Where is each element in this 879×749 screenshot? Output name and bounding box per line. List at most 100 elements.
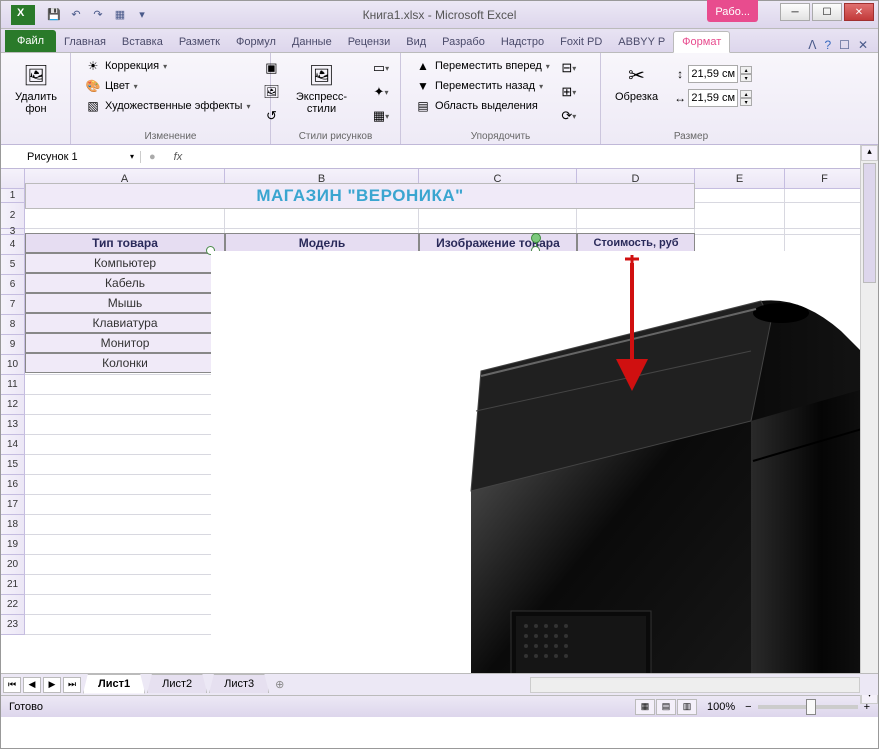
grid-cell[interactable]	[695, 189, 785, 203]
cell-a6[interactable]: Кабель	[25, 273, 225, 293]
align-icon[interactable]: ⊟	[558, 57, 580, 79]
name-box[interactable]: Рисунок 1 ▾	[21, 151, 141, 163]
qat-btn[interactable]: ▦	[111, 6, 129, 24]
row-header-16[interactable]: 16	[1, 475, 25, 495]
tab-abbyy[interactable]: ABBYY P	[610, 32, 673, 52]
grid-cell[interactable]	[25, 555, 225, 575]
rotate-handle[interactable]	[531, 233, 541, 243]
grid-cell[interactable]	[25, 455, 225, 475]
tab-file[interactable]: Файл	[5, 30, 56, 52]
tab-review[interactable]: Рецензи	[340, 32, 399, 52]
sheet-tab-3[interactable]: Лист3	[209, 674, 269, 693]
tab-nav-first[interactable]: ⏮	[3, 677, 21, 693]
scroll-up-icon[interactable]: ▴	[861, 145, 878, 161]
grid-cell[interactable]	[695, 203, 785, 229]
merged-title-cell[interactable]: МАГАЗИН "ВЕРОНИКА"	[25, 183, 695, 209]
worksheet-grid[interactable]: ABCDEF 123456789101112131415161718192021…	[1, 169, 878, 673]
save-icon[interactable]: 💾	[45, 6, 63, 24]
undo-icon[interactable]: ↶	[67, 6, 85, 24]
cell-a8[interactable]: Клавиатура	[25, 313, 225, 333]
tab-addins[interactable]: Надстро	[493, 32, 552, 52]
header-image[interactable]: Изображение товара	[419, 233, 577, 253]
win-close-icon[interactable]: ✕	[858, 38, 868, 52]
row-header-10[interactable]: 10	[1, 355, 25, 375]
scroll-thumb[interactable]	[863, 163, 876, 283]
redo-icon[interactable]: ↷	[89, 6, 107, 24]
header-model[interactable]: Модель	[225, 233, 419, 253]
grid-cell[interactable]	[785, 203, 865, 229]
cell-a5[interactable]: Компьютер	[25, 253, 225, 273]
artistic-effects-button[interactable]: ▧Художественные эффекты	[83, 97, 252, 115]
zoom-slider[interactable]	[758, 705, 858, 709]
new-sheet-icon[interactable]: ⊕	[275, 678, 284, 691]
row-header-6[interactable]: 6	[1, 275, 25, 295]
zoom-level[interactable]: 100%	[707, 701, 735, 713]
tab-nav-next[interactable]: ▶	[43, 677, 61, 693]
tab-layout[interactable]: Разметк	[171, 32, 228, 52]
grid-cell[interactable]	[25, 515, 225, 535]
group-icon[interactable]: ⊞	[558, 81, 580, 103]
row-header-18[interactable]: 18	[1, 515, 25, 535]
row-header-15[interactable]: 15	[1, 455, 25, 475]
app-icon[interactable]	[11, 5, 35, 25]
crop-button[interactable]: ✂ Обрезка	[609, 57, 664, 105]
sheet-tab-1[interactable]: Лист1	[83, 674, 145, 694]
minimize-button[interactable]: ─	[780, 3, 810, 21]
maximize-button[interactable]: ☐	[812, 3, 842, 21]
row-header-4[interactable]: 4	[1, 235, 25, 255]
row-header-12[interactable]: 12	[1, 395, 25, 415]
page-break-view-icon[interactable]: ▥	[677, 699, 697, 715]
tab-formulas[interactable]: Формул	[228, 32, 284, 52]
minimize-ribbon-icon[interactable]: ᐱ	[808, 38, 816, 52]
color-button[interactable]: 🎨Цвет	[83, 77, 252, 95]
grid-cell[interactable]	[25, 535, 225, 555]
grid-cell[interactable]	[25, 595, 225, 615]
height-input[interactable]	[688, 65, 738, 83]
remove-background-button[interactable]: 🖼 Удалить фон	[9, 57, 63, 117]
tab-data[interactable]: Данные	[284, 32, 340, 52]
row-header-19[interactable]: 19	[1, 535, 25, 555]
row-header-7[interactable]: 7	[1, 295, 25, 315]
tab-nav-last[interactable]: ⏭	[63, 677, 81, 693]
inserted-picture[interactable]	[211, 251, 861, 673]
grid-cell[interactable]	[25, 615, 225, 635]
selection-pane-button[interactable]: ▤Область выделения	[413, 97, 552, 115]
tab-insert[interactable]: Вставка	[114, 32, 171, 52]
help-icon[interactable]: ?	[824, 38, 831, 52]
picture-layout-icon[interactable]: ▦	[370, 105, 392, 127]
express-styles-button[interactable]: 🖼 Экспресс-стили	[279, 57, 364, 117]
row-header-17[interactable]: 17	[1, 495, 25, 515]
close-button[interactable]: ✕	[844, 3, 874, 21]
tab-view[interactable]: Вид	[398, 32, 434, 52]
select-all-button[interactable]	[1, 169, 25, 189]
header-type[interactable]: Тип товара	[25, 233, 225, 253]
namebox-dropdown-icon[interactable]: ▾	[130, 152, 134, 161]
sheet-tab-2[interactable]: Лист2	[147, 674, 207, 693]
formula-input[interactable]	[192, 151, 861, 163]
grid-cell[interactable]	[785, 189, 865, 203]
row-header-1[interactable]: 1	[1, 189, 25, 203]
row-header-9[interactable]: 9	[1, 335, 25, 355]
grid-cell[interactable]	[25, 415, 225, 435]
row-header-13[interactable]: 13	[1, 415, 25, 435]
cancel-fx-icon[interactable]: ●	[141, 151, 164, 163]
grid-cell[interactable]	[25, 435, 225, 455]
zoom-out-icon[interactable]: −	[745, 701, 751, 713]
row-header-21[interactable]: 21	[1, 575, 25, 595]
page-layout-view-icon[interactable]: ▤	[656, 699, 676, 715]
rotate-icon[interactable]: ⟳	[558, 105, 580, 127]
tab-format[interactable]: Формат	[673, 31, 730, 53]
header-cost[interactable]: Стоимость, руб	[577, 233, 695, 253]
normal-view-icon[interactable]: ▦	[635, 699, 655, 715]
col-header-f[interactable]: F	[785, 169, 865, 188]
row-header-23[interactable]: 23	[1, 615, 25, 635]
bring-forward-button[interactable]: ▲Переместить вперед	[413, 57, 552, 75]
width-up[interactable]: ▴	[740, 90, 752, 98]
grid-cell[interactable]	[25, 575, 225, 595]
height-up[interactable]: ▴	[740, 66, 752, 74]
row-header-14[interactable]: 14	[1, 435, 25, 455]
corrections-button[interactable]: ☀Коррекция	[83, 57, 252, 75]
win-restore-icon[interactable]: ☐	[839, 38, 850, 52]
tab-nav-prev[interactable]: ◀	[23, 677, 41, 693]
height-down[interactable]: ▾	[740, 74, 752, 82]
